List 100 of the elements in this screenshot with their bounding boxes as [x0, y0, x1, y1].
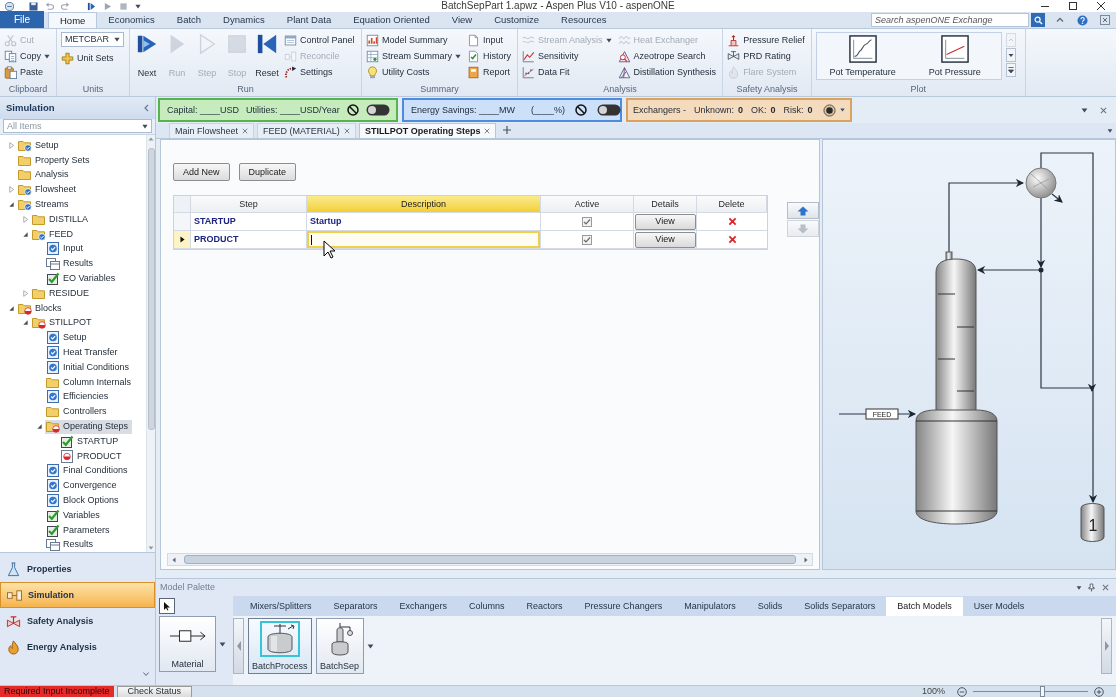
ribbon-tab[interactable]: Customize — [483, 12, 551, 28]
column-header[interactable]: Active — [541, 196, 634, 213]
row-header[interactable] — [174, 231, 191, 249]
ribbon-button[interactable]: Paste — [4, 64, 52, 80]
zoom-slider[interactable] — [973, 686, 1088, 697]
tree-item[interactable]: Property Sets — [17, 153, 94, 168]
tree-item[interactable]: Initial Conditions — [45, 360, 134, 375]
ribbon-tab[interactable]: Equation Oriented — [342, 12, 441, 28]
toggle-switch[interactable] — [597, 104, 622, 116]
ribbon-button[interactable]: Pressure Relief — [727, 32, 807, 48]
view-button[interactable]: View — [634, 231, 696, 248]
collapse-arrow-icon[interactable] — [8, 201, 15, 209]
palette-tab[interactable]: Exchangers — [388, 597, 459, 616]
ribbon-tab[interactable]: Dynamics — [212, 12, 276, 28]
ribbon-button[interactable]: Unit Sets — [61, 50, 124, 66]
tree-item[interactable]: Streams — [17, 197, 73, 212]
dropdown-arrow-icon[interactable] — [1076, 585, 1082, 590]
ribbon-button[interactable]: History — [467, 48, 514, 64]
collapse-arrow-icon[interactable] — [8, 304, 15, 312]
duplicate-button[interactable]: Duplicate — [238, 163, 297, 181]
plot-button[interactable]: Pot Pressure — [908, 33, 1001, 78]
condensate-stream-line[interactable] — [1036, 197, 1046, 269]
ribbon-button[interactable]: Settings — [284, 64, 357, 80]
tree-item[interactable]: EO Variables — [45, 271, 120, 286]
nav-button[interactable]: Safety Analysis — [0, 608, 155, 634]
tree-item[interactable]: Setup — [17, 138, 63, 153]
play-icon[interactable] — [103, 1, 112, 11]
tree-item[interactable]: DISTILLA — [31, 212, 92, 227]
check-status-button[interactable]: Check Status — [116, 685, 193, 697]
tree-item[interactable]: Variables — [45, 508, 104, 523]
collapse-arrow-icon[interactable] — [22, 319, 29, 327]
ribbon-button[interactable]: Azeotrope Search — [617, 48, 719, 64]
ribbon-button[interactable]: Model Summary — [366, 32, 464, 48]
x-mark-icon[interactable] — [727, 217, 737, 226]
checkbox[interactable] — [582, 216, 592, 227]
tree-item[interactable]: Input — [45, 241, 88, 256]
chevron-down-icon[interactable] — [143, 672, 149, 676]
palette-tab[interactable]: Batch Models — [886, 597, 963, 616]
ribbon-button[interactable]: Input — [467, 32, 514, 48]
document-tab[interactable]: Main Flowsheet — [169, 123, 255, 138]
ribbon-button[interactable]: Distillation Synthesis — [617, 64, 719, 80]
palette-tab[interactable]: Separators — [322, 597, 389, 616]
palette-tab[interactable]: Solids — [746, 597, 794, 616]
tree-item[interactable]: Blocks — [17, 301, 66, 316]
skip-forward-icon[interactable] — [87, 1, 96, 11]
search-field[interactable]: Search aspenONE Exchange — [871, 13, 1029, 27]
zoom-in-icon[interactable] — [1094, 686, 1104, 697]
column-header[interactable]: Delete — [697, 196, 767, 213]
tree-item[interactable]: Block Options — [45, 493, 123, 508]
scroll-left-button[interactable] — [233, 618, 244, 674]
scrollbar-thumb[interactable] — [184, 555, 796, 564]
palette-tab[interactable]: Solids Separators — [793, 597, 887, 616]
tree-item[interactable]: Efficiencies — [45, 389, 113, 404]
expand-gallery-icon[interactable] — [1005, 63, 1016, 77]
condenser-outlet-arrow[interactable] — [1051, 193, 1063, 203]
tree-item[interactable]: RESIDUE — [31, 286, 93, 301]
dropdown-arrow-icon[interactable] — [1107, 129, 1113, 133]
ribbon-button[interactable]: Reset — [254, 32, 280, 80]
save-icon[interactable] — [29, 1, 38, 11]
ribbon-button[interactable]: Utility Costs — [366, 64, 464, 80]
horizontal-scrollbar[interactable] — [167, 553, 813, 566]
ribbon-button[interactable]: Control Panel — [284, 32, 357, 48]
ribbon-tab[interactable]: View — [440, 12, 484, 28]
tree-item[interactable]: Setup — [45, 330, 91, 345]
tree-item[interactable]: Operating Steps — [45, 419, 133, 434]
vertical-scrollbar[interactable] — [146, 135, 155, 552]
palette-tab[interactable]: User Models — [962, 597, 1036, 616]
palette-model-button[interactable]: BatchSep — [315, 618, 364, 674]
stream-type-button[interactable]: Material — [159, 616, 216, 672]
tree-item[interactable]: Column Internals — [45, 375, 136, 390]
redo-icon[interactable] — [61, 1, 70, 11]
tree-item[interactable]: STILLPOT — [31, 315, 96, 330]
select-pointer-button[interactable] — [159, 598, 175, 614]
checkbox[interactable] — [582, 234, 592, 245]
scrollbar-thumb[interactable] — [147, 148, 155, 430]
dropdown-arrow-icon[interactable] — [366, 643, 374, 649]
tree-item[interactable]: STARTUP — [59, 434, 123, 449]
maximize-icon[interactable] — [1068, 1, 1078, 11]
palette-tab[interactable]: Columns — [458, 597, 516, 616]
ribbon-tab[interactable]: Economics — [97, 12, 166, 28]
ribbon-button[interactable]: Sensitivity — [522, 48, 614, 64]
tree-item[interactable]: Analysis — [17, 168, 73, 182]
help-icon[interactable] — [1077, 14, 1088, 26]
app-logo-icon[interactable] — [5, 1, 14, 11]
ribbon-tab[interactable]: Resources — [550, 12, 618, 28]
distillation-column[interactable] — [915, 251, 998, 525]
zoom-slider-thumb[interactable] — [1039, 686, 1045, 697]
dropdown-arrow-icon[interactable] — [840, 108, 845, 112]
ribbon-button[interactable]: PRD Rating — [727, 48, 807, 64]
vapor-stream-line[interactable] — [948, 178, 1025, 253]
x-mark-icon[interactable] — [727, 235, 737, 244]
collapse-arrow-icon[interactable] — [36, 423, 43, 431]
palette-tab[interactable]: Manipulators — [673, 597, 747, 616]
tree-item[interactable]: Convergence — [45, 478, 121, 493]
new-tab-icon[interactable] — [502, 125, 513, 135]
scroll-right-button[interactable] — [1101, 618, 1112, 674]
dropdown-arrow-icon[interactable] — [219, 641, 226, 647]
ribbon-tab[interactable]: Plant Data — [275, 12, 343, 28]
column-header[interactable]: Step — [191, 196, 307, 213]
search-button[interactable] — [1031, 13, 1045, 27]
